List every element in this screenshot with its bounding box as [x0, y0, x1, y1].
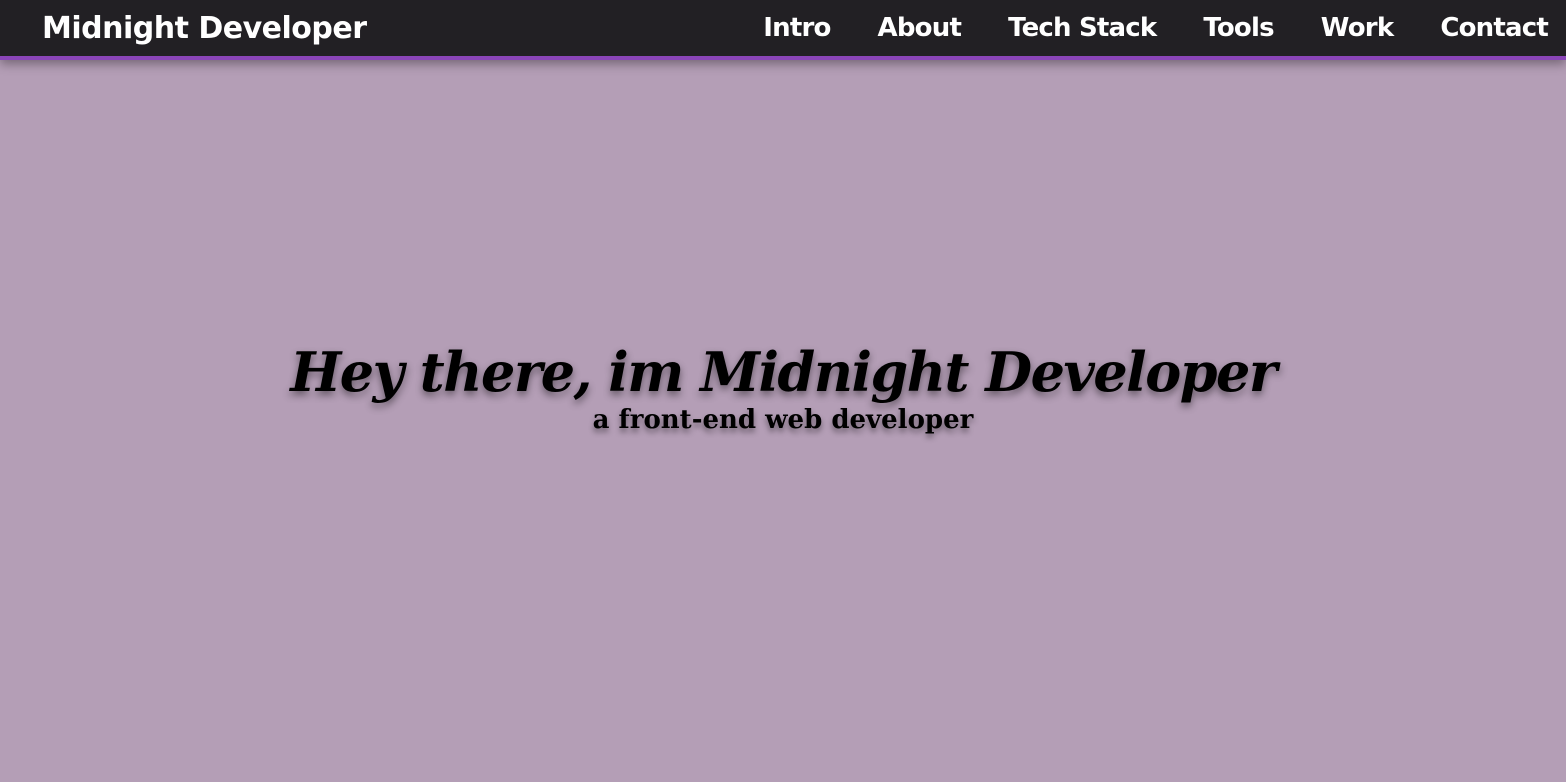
hero-section: Hey there, im Midnight Developer a front…: [0, 336, 1566, 438]
nav-link-tech-stack[interactable]: Tech Stack: [1008, 0, 1157, 57]
hero-title: Hey there, im Midnight Developer: [290, 340, 1277, 404]
nav-links: Intro About Tech Stack Tools Work Contac…: [763, 0, 1549, 57]
nav-link-work[interactable]: Work: [1321, 0, 1394, 57]
nav-link-intro[interactable]: Intro: [763, 0, 831, 57]
nav-link-contact[interactable]: Contact: [1440, 0, 1548, 57]
navbar: Midnight Developer Intro About Tech Stac…: [0, 0, 1566, 60]
hero-subtitle: a front-end web developer: [592, 405, 974, 435]
nav-link-about[interactable]: About: [878, 0, 962, 57]
nav-link-tools[interactable]: Tools: [1203, 0, 1274, 57]
brand-logo[interactable]: Midnight Developer: [42, 0, 367, 56]
